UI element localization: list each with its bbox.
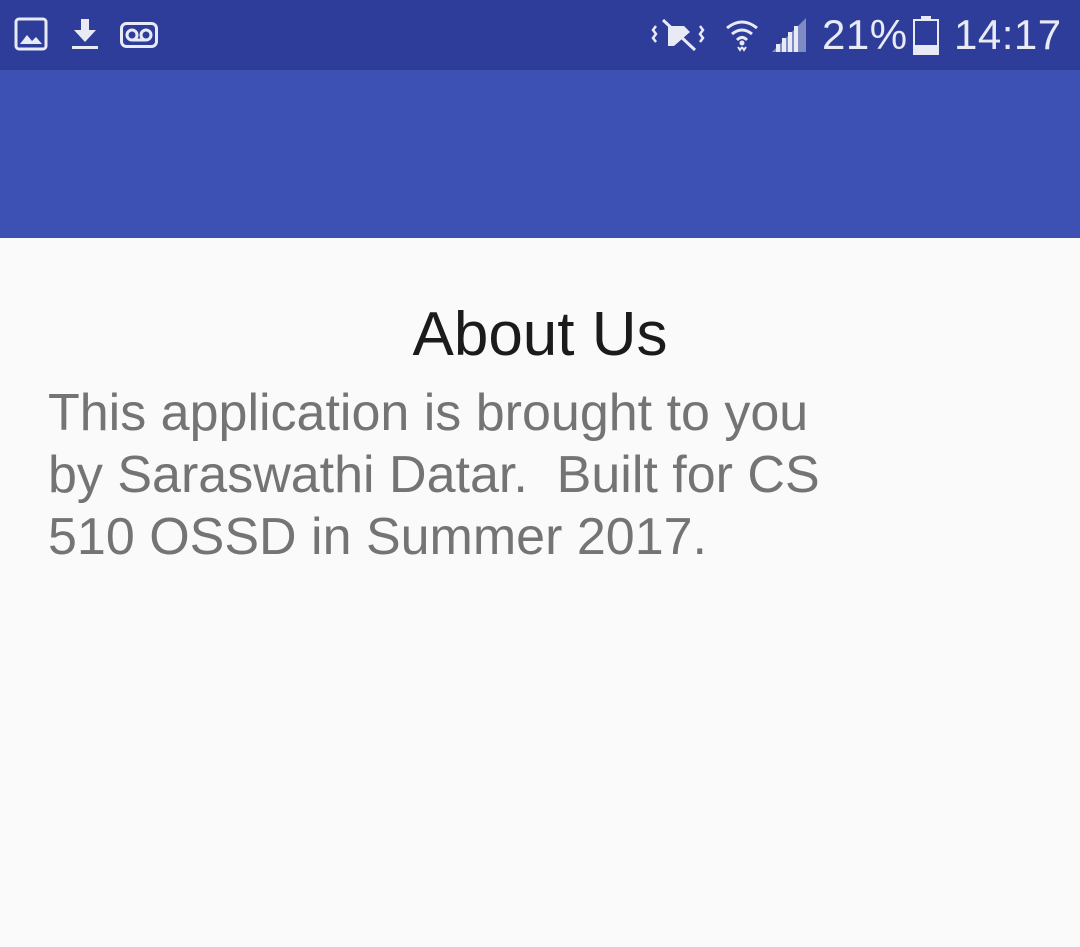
page-title: About Us (412, 300, 668, 369)
wifi-icon (726, 20, 758, 52)
about-description: This application is brought to you by Sa… (48, 384, 820, 566)
status-bar: 21% 14:17 (0, 0, 1080, 70)
status-time: 14:17 (954, 11, 1062, 58)
battery-icon (913, 16, 939, 55)
image-icon (14, 17, 48, 51)
content-area: About Us This application is brought to … (0, 238, 1080, 947)
battery-percent: 21% (822, 11, 908, 58)
app-bar (0, 70, 1080, 238)
voicemail-icon (120, 22, 158, 48)
vibrate-mute-icon (651, 18, 705, 52)
cell-signal-icon (772, 18, 806, 52)
download-icon (72, 19, 98, 49)
